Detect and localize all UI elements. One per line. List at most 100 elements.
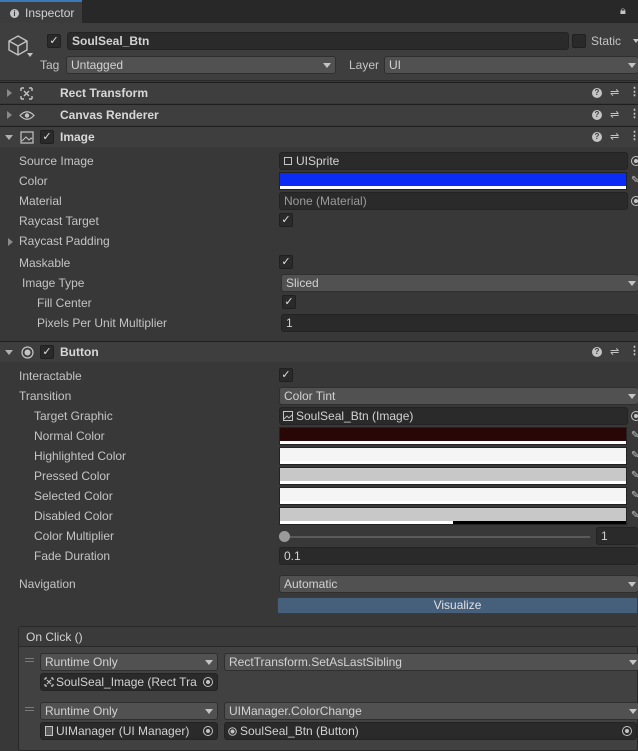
layer-label: Layer — [349, 58, 380, 72]
alpha-strip-empty — [453, 521, 626, 524]
target-object-field[interactable]: UIManager (UI Manager) — [40, 722, 218, 740]
layer-value: UI — [389, 58, 401, 72]
static-dropdown-arrow-icon[interactable] — [633, 39, 638, 43]
object-picker-icon[interactable] — [203, 726, 213, 736]
button-enabled-checkbox[interactable]: ✓ — [40, 345, 54, 359]
foldout-arrow-icon[interactable] — [7, 111, 12, 119]
fade-duration-field[interactable]: 0.1 — [279, 547, 638, 565]
color-multiplier-slider-handle[interactable] — [279, 531, 290, 542]
kebab-menu-icon[interactable]: ⋮ — [629, 107, 638, 120]
static-checkbox[interactable] — [572, 34, 586, 48]
color-label: Color — [19, 174, 48, 188]
interactable-checkbox[interactable]: ✓ — [279, 368, 293, 382]
foldout-arrow-icon[interactable] — [5, 350, 13, 355]
help-icon[interactable]: ? — [592, 132, 602, 142]
object-picker-icon[interactable] — [631, 411, 638, 421]
object-picker-icon[interactable] — [622, 726, 632, 736]
alpha-strip — [280, 461, 626, 464]
disabled-color-field[interactable] — [279, 507, 627, 525]
component-image[interactable]: ✓ Image ? ⇌ ⋮ — [0, 126, 638, 147]
selected-color-label: Selected Color — [34, 489, 113, 503]
presets-icon[interactable]: ⇌ — [610, 108, 619, 121]
fill-center-checkbox[interactable]: ✓ — [282, 295, 296, 309]
active-checkbox[interactable]: ✓ — [47, 34, 61, 48]
normal-color-field[interactable] — [279, 427, 627, 445]
component-canvas-renderer[interactable]: Canvas Renderer ? ⇌ ⋮ — [0, 104, 638, 125]
navigation-value: Automatic — [284, 577, 338, 591]
lock-icon[interactable]: 🔒︎ — [620, 5, 626, 18]
transition-dropdown[interactable]: Color Tint — [279, 387, 638, 405]
color-field[interactable] — [279, 172, 627, 190]
runtime-value: Runtime Only — [45, 655, 118, 669]
color-multiplier-slider-track[interactable] — [285, 536, 590, 538]
kebab-menu-icon[interactable]: ⋮ — [629, 85, 638, 98]
eyedropper-icon[interactable]: ✎ — [631, 490, 638, 501]
interactable-label: Interactable — [19, 369, 82, 383]
object-picker-icon[interactable] — [631, 156, 638, 166]
color-multiplier-field[interactable]: 1 — [596, 527, 638, 545]
function-value: RectTransform.SetAsLastSibling — [229, 655, 402, 669]
argument-field[interactable]: SoulSeal_Btn (Button) — [224, 722, 637, 740]
on-click-title: On Click () — [26, 630, 83, 644]
tag-value: Untagged — [71, 58, 124, 72]
tab-inspector[interactable]: i Inspector — [0, 0, 82, 23]
component-button[interactable]: ✓ Button ? ⇌ ⋮ — [0, 341, 638, 362]
target-graphic-label: Target Graphic — [34, 409, 113, 423]
target-object-field[interactable]: SoulSeal_Image (Rect Tra — [40, 673, 218, 691]
fill-center-label: Fill Center — [37, 296, 92, 310]
raycast-target-checkbox[interactable]: ✓ — [279, 213, 293, 227]
tab-inspector-label: Inspector — [25, 6, 75, 20]
foldout-arrow-icon[interactable] — [5, 135, 13, 140]
highlighted-color-field[interactable] — [279, 447, 627, 465]
material-field[interactable]: None (Material) — [279, 192, 628, 210]
foldout-arrow-icon[interactable] — [7, 89, 12, 97]
target-graphic-field[interactable]: SoulSeal_Btn (Image) — [279, 407, 628, 425]
help-icon[interactable]: ? — [592, 110, 602, 120]
object-picker-icon[interactable] — [631, 196, 638, 206]
ppu-field[interactable]: 1 — [281, 314, 638, 332]
normal-color-label: Normal Color — [34, 429, 105, 443]
source-image-field[interactable]: UISprite — [279, 152, 628, 170]
presets-icon[interactable]: ⇌ — [610, 345, 619, 358]
tag-dropdown[interactable]: Untagged — [66, 56, 336, 74]
chevron-down-icon — [323, 63, 331, 68]
visualize-button[interactable]: Visualize — [277, 597, 638, 614]
drag-handle-icon[interactable] — [25, 658, 34, 659]
image-type-dropdown[interactable]: Sliced — [281, 274, 638, 292]
help-icon[interactable]: ? — [592, 347, 602, 357]
presets-icon[interactable]: ⇌ — [610, 130, 619, 143]
runtime-dropdown[interactable]: Runtime Only — [40, 653, 218, 671]
maskable-checkbox[interactable]: ✓ — [279, 255, 293, 269]
kebab-menu-icon[interactable]: ⋮ — [629, 129, 638, 142]
navigation-dropdown[interactable]: Automatic — [279, 575, 638, 593]
object-picker-icon[interactable] — [203, 677, 213, 687]
runtime-dropdown[interactable]: Runtime Only — [40, 702, 218, 720]
eyedropper-icon[interactable]: ✎ — [631, 450, 638, 461]
eyedropper-icon[interactable]: ✎ — [631, 430, 638, 441]
kebab-menu-icon[interactable]: ⋮ — [629, 344, 638, 357]
function-dropdown[interactable]: UIManager.ColorChange — [224, 702, 638, 720]
help-icon[interactable]: ? — [592, 88, 602, 98]
function-dropdown[interactable]: RectTransform.SetAsLastSibling — [224, 653, 638, 671]
alpha-strip — [280, 521, 453, 524]
component-title: Button — [60, 345, 99, 359]
transition-label: Transition — [19, 389, 72, 403]
chevron-down-icon — [205, 660, 213, 665]
pressed-color-field[interactable] — [279, 467, 627, 485]
foldout-arrow-icon[interactable] — [8, 238, 13, 246]
raycast-target-label: Raycast Target — [19, 214, 99, 228]
selected-color-field[interactable] — [279, 487, 627, 505]
raycast-padding-label[interactable]: Raycast Padding — [19, 234, 110, 248]
eyedropper-icon[interactable]: ✎ — [631, 175, 638, 186]
component-rect-transform[interactable]: Rect Transform ? ⇌ ⋮ — [0, 82, 638, 103]
presets-icon[interactable]: ⇌ — [610, 86, 619, 99]
icon-dropdown-arrow-icon[interactable] — [27, 53, 33, 57]
object-name-field[interactable]: SoulSeal_Btn — [67, 32, 569, 50]
function-value: UIManager.ColorChange — [229, 704, 362, 718]
argument-value: SoulSeal_Btn (Button) — [240, 724, 359, 738]
eyedropper-icon[interactable]: ✎ — [631, 470, 638, 481]
image-enabled-checkbox[interactable]: ✓ — [40, 130, 54, 144]
layer-dropdown[interactable]: UI — [384, 56, 638, 74]
drag-handle-icon[interactable] — [25, 707, 34, 708]
eyedropper-icon[interactable]: ✎ — [631, 510, 638, 521]
